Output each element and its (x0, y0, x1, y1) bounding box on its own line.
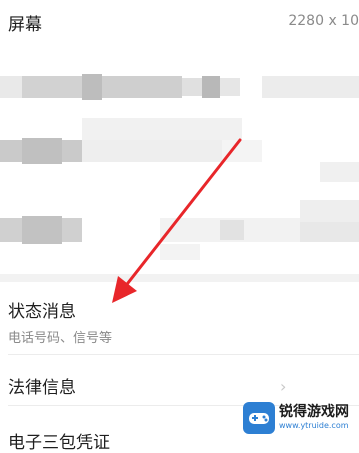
blur-block (22, 216, 62, 244)
blur-block (300, 200, 359, 222)
screen-resolution-value: 2280 x 10 (288, 13, 359, 29)
legal-info-label: 法律信息 (8, 378, 76, 398)
blur-block (22, 138, 62, 164)
blur-block (0, 76, 22, 98)
blur-block (22, 76, 82, 98)
blur-block (182, 78, 202, 96)
screen-row[interactable]: 屏幕 2280 x 10 (0, 0, 359, 44)
watermark-url: www.ytruide.com (279, 421, 349, 430)
blur-block (82, 140, 222, 162)
blur-block (262, 76, 359, 98)
blur-block (82, 118, 242, 140)
blur-block (220, 78, 240, 96)
blur-block (300, 222, 359, 242)
blur-block (220, 220, 244, 240)
watermark-logo: 锐得游戏网 www.ytruide.com (243, 398, 355, 438)
blur-block (82, 74, 102, 100)
blur-block (160, 244, 200, 260)
blur-block (222, 140, 262, 162)
watermark-text: 锐得游戏网 (279, 404, 349, 420)
blur-block (102, 76, 182, 98)
blur-block (320, 162, 359, 182)
screen-label: 屏幕 (8, 15, 42, 35)
status-message-row[interactable]: 状态消息 电话号码、信号等 (0, 282, 359, 354)
gamepad-logo-icon (243, 402, 275, 434)
chevron-right-icon: › (280, 377, 287, 396)
section-gap (0, 274, 359, 282)
e-warranty-label: 电子三包凭证 (8, 433, 110, 453)
pixelated-region (0, 52, 359, 272)
status-message-title: 状态消息 (8, 302, 76, 322)
blur-block (202, 76, 220, 98)
status-message-subtitle: 电话号码、信号等 (8, 331, 113, 346)
